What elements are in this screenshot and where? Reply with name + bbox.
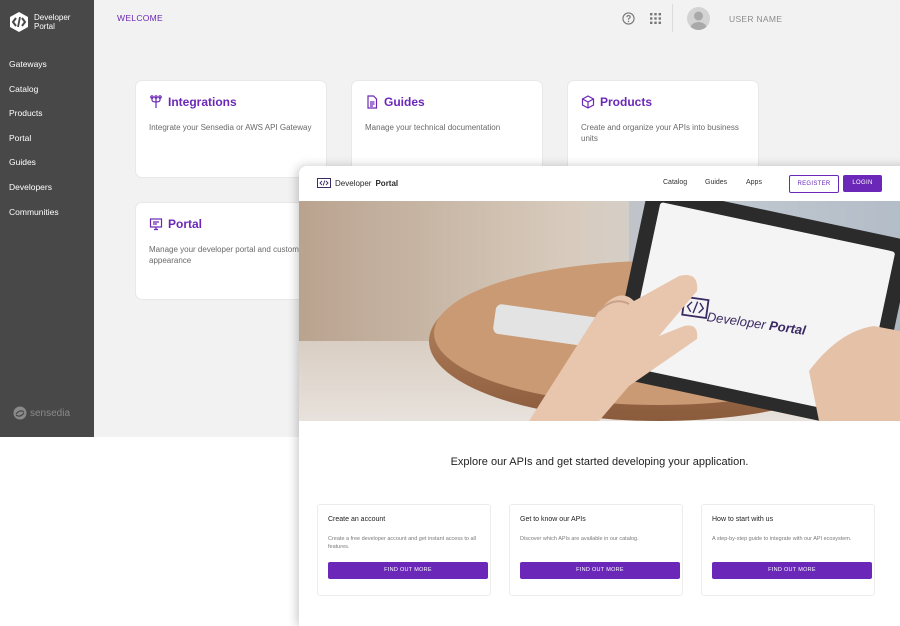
info-card-title: Create an account [328,516,386,523]
avatar[interactable] [687,7,710,30]
card-products[interactable]: Products Create and organize your APIs i… [567,80,759,178]
portal-logo-bold: Portal [375,178,399,188]
developer-portal-window: Developer Portal Catalog Guides Apps REGI… [299,166,900,626]
card-description: Integrate your Sensedia or AWS API Gatew… [149,123,312,132]
sidebar-nav: Gateways Catalog Products Portal Guides … [0,52,94,224]
card-description: Manage your technical documentation [365,123,501,132]
header-divider [672,4,673,32]
find-out-more-button[interactable]: FIND OUT MORE [712,562,872,579]
sidebar-item-developers[interactable]: Developers [0,175,94,200]
sidebar-item-products[interactable]: Products [0,101,94,126]
cube-icon [581,95,595,109]
document-icon [365,95,379,109]
login-button[interactable]: LOGIN [843,175,882,192]
sensedia-logo-icon [13,406,27,420]
sidebar: Developer Portal Gateways Catalog Produc… [0,0,94,437]
info-card-title: Get to know our APIs [520,516,586,523]
info-card-know-apis: Get to know our APIs Discover which APIs… [509,504,683,596]
hero-image: Developer Portal [299,201,900,421]
sidebar-item-guides[interactable]: Guides [0,150,94,175]
portal-nav-apps[interactable]: Apps [746,179,762,186]
help-icon[interactable] [620,10,636,26]
apps-grid-icon[interactable] [647,10,663,26]
app-logo[interactable]: Developer Portal [9,12,70,32]
sensedia-brand: sensedia [13,406,70,420]
logo-line-2: Portal [34,22,55,31]
card-title: Portal [168,217,203,231]
portal-nav-catalog[interactable]: Catalog [663,179,687,186]
monitor-icon [149,217,163,231]
integrations-icon [149,95,163,109]
sidebar-item-communities[interactable]: Communities [0,200,94,225]
portal-tagline: Explore our APIs and get started develop… [450,456,749,468]
portal-logo[interactable]: Developer Portal [317,178,398,188]
logo-line-1: Developer [34,13,71,22]
card-title: Guides [384,95,425,109]
portal-header: Developer Portal Catalog Guides Apps REGI… [299,166,900,201]
card-title: Products [600,95,653,109]
portal-logo-regular: Developer [335,178,372,188]
register-button[interactable]: REGISTER [789,175,839,193]
card-title: Integrations [168,95,237,109]
sidebar-item-catalog[interactable]: Catalog [0,77,94,102]
welcome-title: WELCOME [117,13,164,23]
card-description: Create and organize your APIs into busin… [581,123,739,143]
card-guides[interactable]: Guides Manage your technical documentati… [351,80,543,178]
info-card-description: A step-by-step guide to integrate with o… [712,536,852,542]
developer-portal-logo-icon [10,12,28,32]
brand-name: sensedia [30,407,71,419]
code-icon [317,178,331,188]
info-card-create-account: Create an account Create a free develope… [317,504,491,596]
card-integrations[interactable]: Integrations Integrate your Sensedia or … [135,80,327,178]
sidebar-item-gateways[interactable]: Gateways [0,52,94,77]
info-card-title: How to start with us [712,516,774,523]
find-out-more-button[interactable]: FIND OUT MORE [520,562,680,579]
card-description: Manage your developer portal and customi… [149,245,310,265]
sidebar-item-portal[interactable]: Portal [0,126,94,151]
user-name[interactable]: USER NAME [729,14,782,24]
find-out-more-button[interactable]: FIND OUT MORE [328,562,488,579]
portal-nav-guides[interactable]: Guides [705,179,727,186]
info-card-description: Create a free developer account and get … [328,536,476,550]
info-card-how-to-start: How to start with us A step-by-step guid… [701,504,875,596]
info-card-description: Discover which APIs are available in our… [520,536,639,542]
